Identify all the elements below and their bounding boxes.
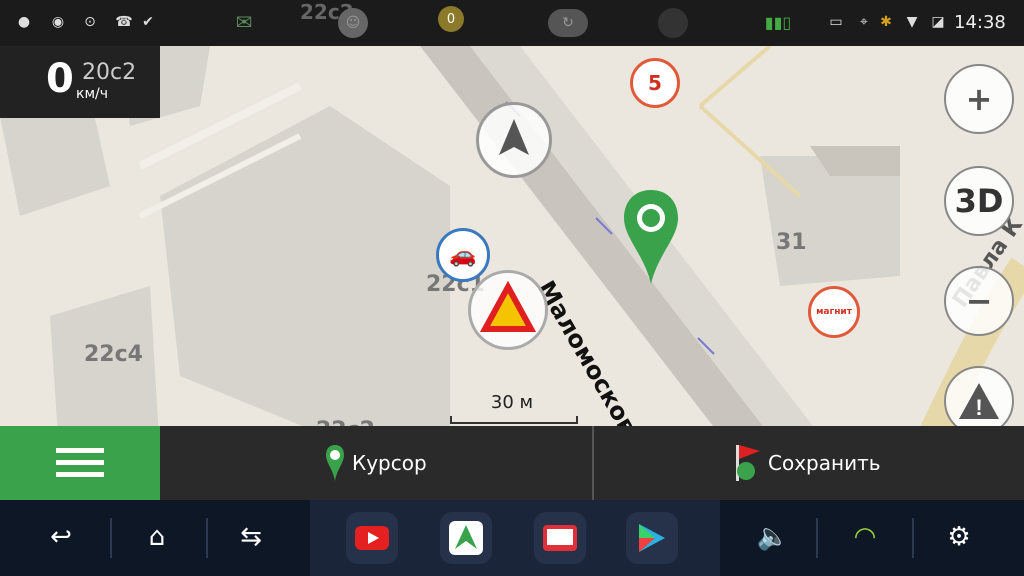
clock: 14:38 (954, 12, 1006, 33)
notification-icon: ◉ (51, 14, 65, 30)
separator (816, 518, 818, 558)
building-29: 29 (625, 46, 656, 49)
speed-panel: 20c2 0 км/ч (0, 46, 160, 118)
address-label: 20c2 (82, 60, 137, 85)
navigation-app-icon[interactable] (440, 512, 492, 564)
tv-app-icon[interactable] (534, 512, 586, 564)
volume-icon[interactable]: 🔈 (750, 514, 796, 560)
warning-icon: ! (959, 383, 999, 420)
cursor-label: Курсор (352, 451, 427, 475)
scale-label: 30 м (490, 392, 534, 413)
divider (592, 426, 594, 500)
building-31: 31 (776, 230, 807, 255)
cursor-button[interactable]: Курсор (324, 426, 427, 500)
menu-button[interactable] (0, 426, 160, 500)
settings-icon[interactable]: ⚙ (936, 514, 982, 560)
cursor-pin-small-icon (326, 445, 344, 481)
poi-magnit-icon[interactable]: магнит (808, 286, 860, 338)
save-flag-icon (736, 445, 760, 481)
system-nav-bar: ↩ ⌂ ⇆ 🔈 ◠ ⚙ (0, 500, 1024, 576)
mail-icon[interactable]: ✉ (222, 10, 266, 34)
wifi-icon[interactable]: ◠ (842, 514, 888, 560)
check-icon: ✔ (142, 14, 154, 30)
speed-value: 0 (46, 56, 74, 102)
cursor-pin-icon[interactable] (622, 188, 680, 288)
north-arrow-icon (499, 119, 529, 155)
speed-unit: км/ч (76, 86, 109, 102)
wifi-status-icon: ▼ (906, 14, 918, 30)
location-icon: ⌖ (860, 14, 868, 30)
phone-icon: ☎ (115, 14, 133, 30)
sync-icon[interactable]: ↻ (548, 9, 588, 37)
separator (206, 518, 208, 558)
save-label: Сохранить (768, 451, 881, 475)
scale-bar (450, 416, 578, 424)
cast-icon: ▭ (829, 14, 843, 30)
warning-poi-icon[interactable] (468, 270, 548, 350)
recent-icon[interactable]: ⇆ (228, 514, 274, 560)
3d-button[interactable]: 3D (944, 166, 1014, 236)
save-button[interactable]: Сохранить (732, 426, 881, 500)
speedometer-icon: ⊙ (84, 14, 96, 30)
play-store-icon[interactable] (626, 512, 678, 564)
bottom-action-bar: Курсор Сохранить (0, 426, 1024, 500)
satellite-count: 0 (438, 6, 464, 32)
hamburger-icon (56, 448, 104, 477)
bluetooth-icon: ✱ (880, 14, 892, 30)
battery-icon: ▮▮▯ (764, 12, 792, 32)
building-22c4: 22c4 (84, 342, 143, 367)
youtube-app-icon[interactable] (346, 512, 398, 564)
app-icon: ● (17, 14, 31, 30)
poi-pyaterochka-icon[interactable]: 5 (630, 58, 680, 108)
back-icon[interactable]: ↩ (38, 514, 84, 560)
warning-triangle-icon (479, 280, 537, 332)
record-icon[interactable] (658, 8, 688, 38)
compass-button[interactable] (476, 102, 552, 178)
zoom-out-button[interactable]: − (944, 266, 1014, 336)
separator (912, 518, 914, 558)
no-sim-icon: ◪ (931, 14, 945, 30)
user-icon[interactable]: ☺ (338, 8, 368, 38)
separator (110, 518, 112, 558)
home-icon[interactable]: ⌂ (134, 514, 180, 560)
zoom-in-button[interactable]: + (944, 64, 1014, 134)
status-bar: ● ◉ ⊙ ☎ ✔ ✉ 22c2 ☺ 0 ↻ ▮▮▯ ▭ ⌖ ✱ ▼ ◪ 14:… (0, 0, 1024, 46)
warning-mark: ! (975, 395, 982, 420)
